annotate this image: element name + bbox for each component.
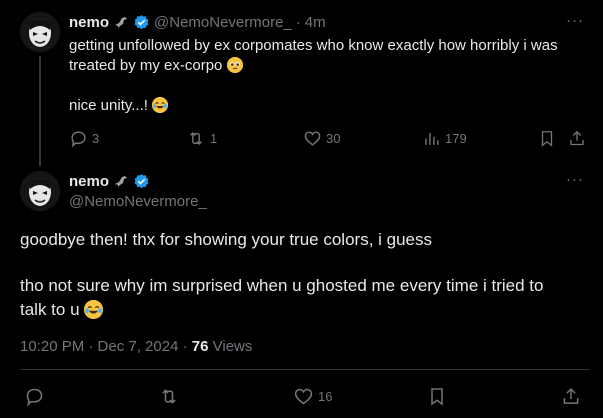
separator-dot: · [295,13,301,31]
more-options-button[interactable]: ··· [566,171,584,188]
bookmark-icon [431,388,443,406]
tweet-text: goodbye then! thx for showing your true … [20,228,590,322]
share-icon [563,387,579,404]
tweet-header: nemo [69,171,150,191]
tweet-text-line: treated by my ex-corpo [69,57,223,74]
more-options-button[interactable]: ··· [566,12,584,29]
tweet-text-line: nice unity...! [69,97,148,114]
tweet-meta: 10:20 PM · Dec 7, 2024 · 76 Views [20,338,252,355]
tweet-text-line: tho not sure why im surprised when u gho… [20,276,544,295]
thread-connector-line [39,56,41,166]
bookmark-button[interactable] [427,386,447,407]
bookmark-icon [541,131,553,147]
verified-badge-icon [133,14,150,31]
share-button[interactable] [561,386,581,407]
repost-button[interactable] [158,386,180,407]
crow-icon [113,14,129,30]
avatar[interactable] [20,12,60,52]
bookmark-button[interactable] [538,129,556,148]
view-count: 76 [191,338,209,355]
tweet-text-line: talk to u [20,300,80,319]
crow-icon [113,173,129,189]
divider [20,369,590,370]
like-button[interactable]: 30 [303,129,340,148]
like-button[interactable]: 16 [293,386,332,407]
reply-count: 3 [92,131,100,146]
share-icon [570,130,584,146]
verified-badge-icon [133,173,150,190]
reply-button[interactable] [24,386,45,407]
timestamp[interactable]: 10:20 PM · Dec 7, 2024 · [20,338,188,355]
views-label: Views [212,338,253,355]
tweet-text-line: goodbye then! thx for showing your true … [20,230,433,249]
tweet-text: getting unfollowed by ex corpomates who … [69,36,589,116]
display-name[interactable]: nemo [69,173,109,190]
display-name[interactable]: nemo [69,14,109,31]
repost-count: 1 [210,131,218,146]
views-button[interactable]: 179 [422,129,467,148]
laughing-tears-emoji [84,300,104,319]
tweet-text-line: getting unfollowed by ex corpomates who … [69,37,558,54]
repost-button[interactable]: 1 [186,129,217,148]
views-icon [425,132,439,145]
like-count: 30 [326,131,341,146]
handle[interactable]: @NemoNevermore_ [154,14,292,31]
views-count: 179 [445,131,467,146]
tweet-header: nemo @NemoNevermore_ · 4m [69,12,326,32]
like-count: 16 [318,389,333,404]
handle[interactable]: @NemoNevermore_ [69,193,207,210]
laughing-tears-emoji [152,97,169,113]
post-time[interactable]: 4m [305,14,326,31]
reply-button[interactable]: 3 [69,129,99,148]
share-button[interactable] [568,129,586,148]
pleading-face-emoji [226,57,243,73]
heart-icon [294,388,313,405]
heart-icon [304,131,321,146]
avatar[interactable] [20,171,60,211]
repost-icon [189,131,203,146]
reply-icon [26,388,43,407]
reply-icon [71,131,86,148]
repost-icon [162,389,176,404]
